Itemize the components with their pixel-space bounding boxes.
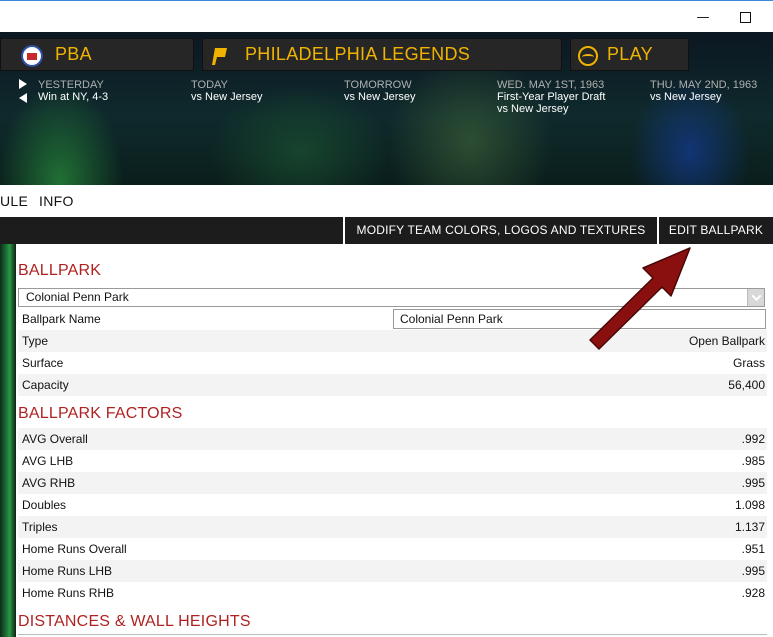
title-bar: — (0, 0, 773, 32)
menu-bar: ULE INFO (0, 185, 773, 217)
info-row: Surface Grass (18, 352, 767, 374)
game-header: PBA PHILADELPHIA LEGENDS PLAY YESTERDAY … (0, 32, 773, 185)
schedule-game: vs New Jersey (650, 91, 722, 103)
row-value: .995 (741, 564, 765, 578)
league-label: PBA (55, 44, 92, 64)
schedule-item[interactable]: THU. MAY 2ND, 1963 vs New Jersey (650, 79, 757, 103)
league-logo-icon (21, 45, 43, 67)
factor-row: Home Runs LHB .995 (18, 560, 767, 582)
factor-row: AVG Overall .992 (18, 428, 767, 450)
maximize-button[interactable] (722, 1, 768, 33)
schedule-game: Win at NY, 4-3 (38, 91, 109, 103)
schedule-item[interactable]: WED. MAY 1ST, 1963 First-Year Player Dra… (497, 79, 605, 115)
ballpark-name-input[interactable] (393, 309, 766, 329)
side-decoration (0, 244, 16, 637)
schedule-item[interactable]: TODAY vs New Jersey (191, 79, 263, 103)
annotation-arrow-icon (589, 247, 691, 350)
info-row: Capacity 56,400 (18, 374, 767, 396)
menu-item-info[interactable]: INFO (39, 185, 74, 217)
factor-row: Home Runs Overall .951 (18, 538, 767, 560)
row-value: .992 (741, 432, 765, 446)
schedule-day: TODAY (191, 79, 228, 91)
schedule-day: TOMORROW (344, 79, 412, 91)
section-title-distances: DISTANCES & WALL HEIGHTS (18, 613, 251, 630)
row-label: AVG Overall (22, 432, 88, 446)
row-value: 1.137 (734, 520, 765, 534)
team-label: PHILADELPHIA LEGENDS (245, 44, 471, 64)
row-label: Ballpark Name (22, 312, 101, 326)
baseball-icon (578, 46, 598, 66)
modify-team-colors-button[interactable]: MODIFY TEAM COLORS, LOGOS AND TEXTURES (343, 217, 657, 244)
factor-row: Triples 1.137 (18, 516, 767, 538)
row-value: 56,400 (728, 378, 765, 392)
schedule-game: vs New Jersey (344, 91, 416, 103)
team-logo-icon (212, 48, 227, 65)
schedule-day: YESTERDAY (38, 79, 104, 91)
action-toolbar: MODIFY TEAM COLORS, LOGOS AND TEXTURES E… (0, 217, 773, 244)
schedule-event: First-Year Player Draft (497, 91, 606, 103)
play-label: PLAY (607, 44, 653, 64)
schedule-item[interactable]: YESTERDAY Win at NY, 4-3 (38, 79, 108, 103)
menu-item-schedule[interactable]: ULE (0, 185, 28, 217)
league-button[interactable]: PBA (0, 38, 194, 71)
team-button[interactable]: PHILADELPHIA LEGENDS (202, 38, 562, 71)
factor-row: Home Runs RHB .928 (18, 582, 767, 604)
schedule-game: vs New Jersey (497, 103, 569, 115)
row-value: .995 (741, 476, 765, 490)
divider (18, 634, 767, 635)
row-label: Type (22, 334, 49, 348)
section-title-ballpark: BALLPARK (18, 262, 102, 279)
edit-ballpark-button[interactable]: EDIT BALLPARK (657, 217, 773, 244)
row-label: Surface (22, 356, 64, 370)
row-value: .951 (741, 542, 765, 556)
row-label: Home Runs LHB (22, 564, 113, 578)
row-label: AVG LHB (22, 454, 74, 468)
factor-row: AVG LHB .985 (18, 450, 767, 472)
factor-row: Doubles 1.098 (18, 494, 767, 516)
schedule-nav (19, 79, 31, 103)
play-button[interactable]: PLAY (570, 38, 689, 71)
row-label: AVG RHB (22, 476, 76, 490)
row-label: Doubles (22, 498, 67, 512)
row-value: .928 (741, 586, 765, 600)
next-arrow-icon[interactable] (19, 79, 27, 89)
row-value: Open Ballpark (688, 334, 765, 348)
schedule-game: vs New Jersey (191, 91, 263, 103)
schedule-day: WED. MAY 1ST, 1963 (497, 79, 605, 91)
row-value: 1.098 (734, 498, 765, 512)
row-label: Home Runs Overall (22, 542, 127, 556)
ballpark-select-value: Colonial Penn Park (26, 290, 129, 304)
row-value: Grass (732, 356, 765, 370)
prev-arrow-icon[interactable] (19, 93, 27, 103)
row-label: Capacity (22, 378, 69, 392)
minimize-button[interactable]: — (680, 1, 726, 33)
schedule-item[interactable]: TOMORROW vs New Jersey (344, 79, 416, 103)
maximize-icon (739, 11, 751, 23)
chevron-down-icon[interactable] (747, 289, 764, 306)
row-label: Triples (22, 520, 58, 534)
factor-row: AVG RHB .995 (18, 472, 767, 494)
schedule-day: THU. MAY 2ND, 1963 (650, 79, 758, 91)
row-value: .985 (741, 454, 765, 468)
app-window: — PBA PHILADELPHIA LEGENDS PLAY YESTERDA… (0, 0, 773, 637)
row-label: Home Runs RHB (22, 586, 115, 600)
section-title-factors: BALLPARK FACTORS (18, 405, 183, 422)
